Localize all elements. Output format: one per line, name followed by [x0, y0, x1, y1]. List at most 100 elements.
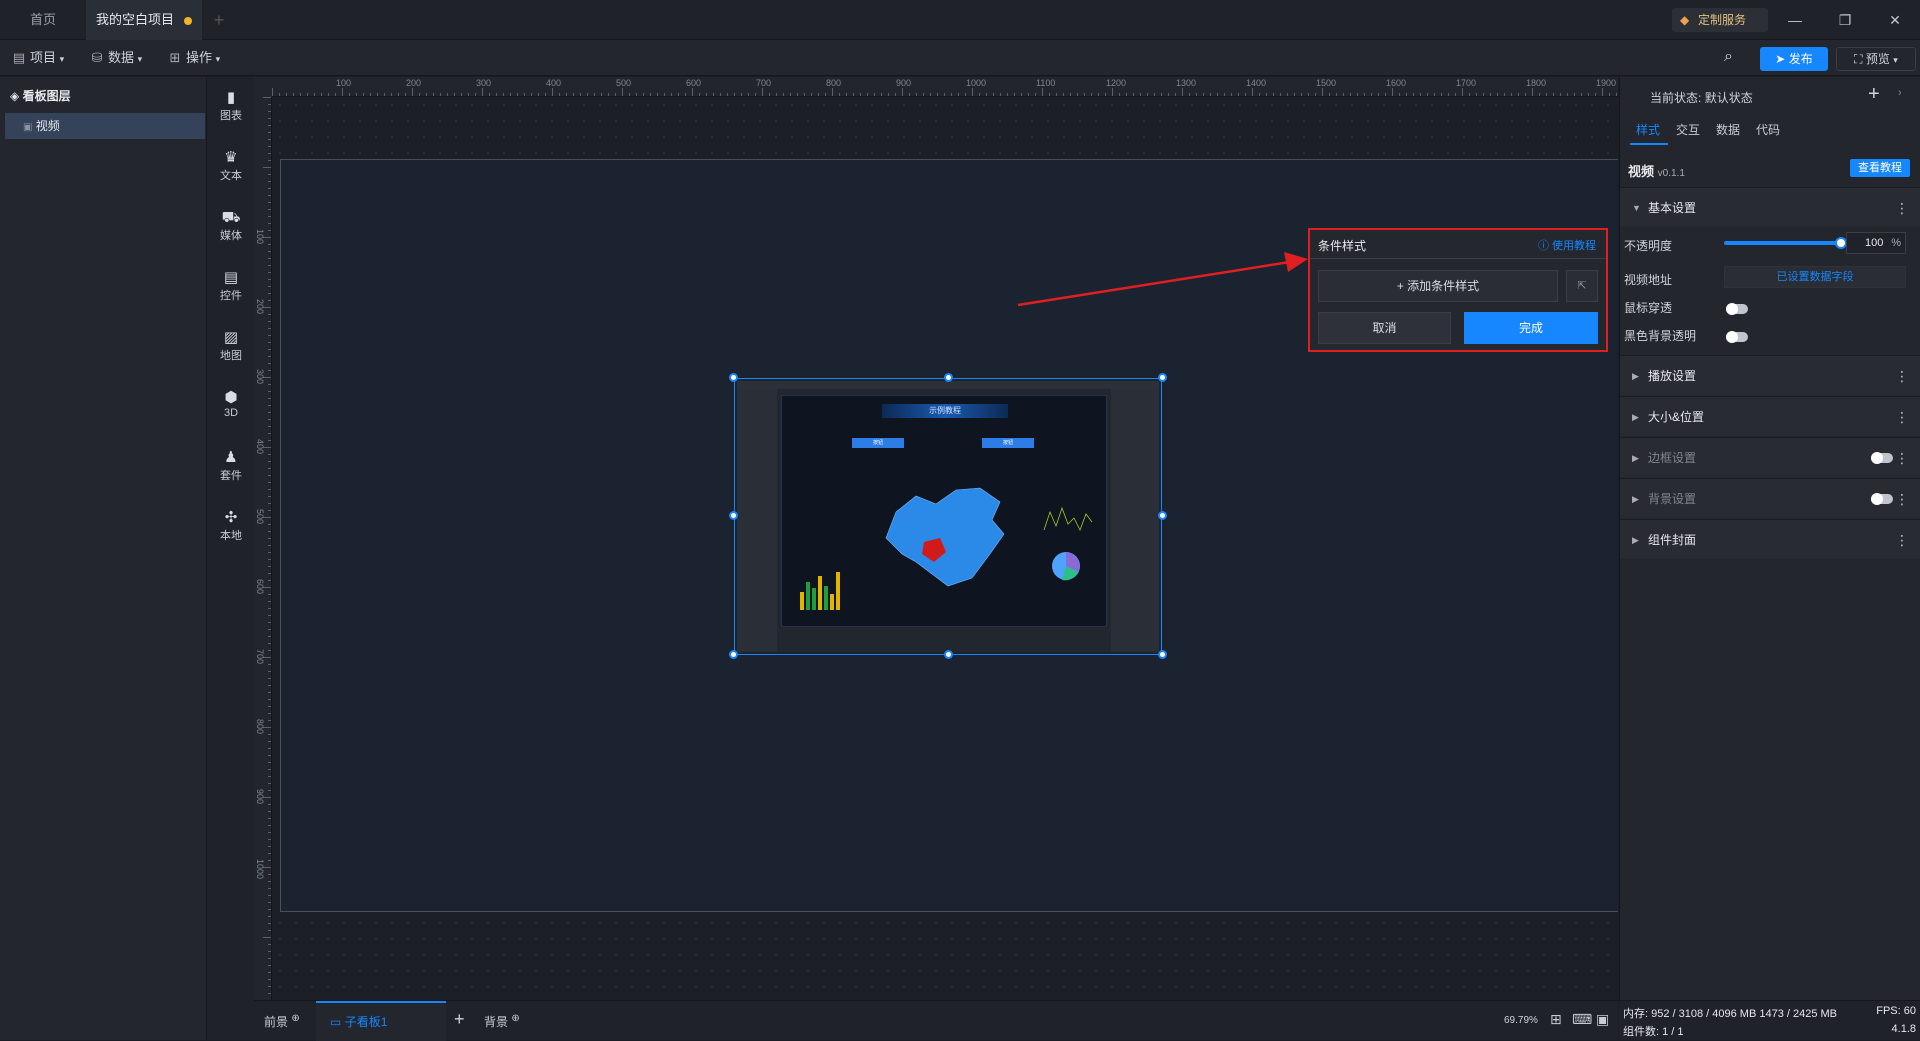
new-tab-button[interactable]: +	[208, 0, 230, 40]
resize-handle-n[interactable]	[944, 373, 953, 382]
palette-kit[interactable]: ♟ 套件	[207, 449, 255, 483]
popup-help-link[interactable]: ⓘ 使用教程	[1538, 237, 1596, 253]
ruler-tick	[1602, 88, 1603, 96]
add-circle-icon[interactable]: ⊕	[291, 1013, 299, 1024]
add-board-icon[interactable]: +	[454, 1009, 465, 1030]
tab-home[interactable]: 首页	[0, 0, 86, 40]
zoom-level[interactable]: 69.79%	[1504, 1015, 1538, 1026]
thumb-bar-chart	[800, 572, 840, 610]
more-icon[interactable]: ⋮	[1895, 188, 1909, 228]
palette-text[interactable]: ♛ 文本	[207, 149, 255, 183]
add-state-icon[interactable]: +	[1868, 83, 1880, 106]
ruler-tick	[839, 93, 840, 96]
section-border[interactable]: ▶ 边框设置 ⋮	[1620, 437, 1920, 477]
ruler-tick	[268, 972, 271, 973]
ruler-tick	[268, 811, 271, 812]
background-tab[interactable]: 背景 ⊕	[484, 1013, 520, 1030]
menu-data[interactable]: ⛁ 数据 ▾	[90, 40, 143, 76]
minimize-icon[interactable]: —	[1780, 8, 1810, 32]
palette-local[interactable]: ✣ 本地	[207, 509, 255, 543]
resize-handle-s[interactable]	[944, 650, 953, 659]
ruler-tick	[629, 93, 630, 96]
ruler-tick	[867, 93, 868, 96]
ruler-label: 300	[476, 78, 492, 88]
search-icon[interactable]: ⌕	[1724, 48, 1733, 66]
resize-handle-w[interactable]	[729, 511, 738, 520]
ruler-tick	[268, 664, 271, 665]
section-size-position[interactable]: ▶ 大小&位置 ⋮	[1620, 396, 1920, 436]
view-tutorial-button[interactable]: 查看教程	[1850, 159, 1910, 177]
ruler-tick	[734, 93, 735, 96]
palette-map[interactable]: ▨ 地图	[207, 329, 255, 363]
resize-handle-sw[interactable]	[729, 650, 738, 659]
tab-style[interactable]: 样式	[1636, 121, 1660, 138]
ruler-tick	[580, 93, 581, 96]
menu-project[interactable]: ▤ 项目 ▾	[12, 40, 64, 76]
resize-handle-e[interactable]	[1158, 511, 1167, 520]
thumb-titlebar	[737, 381, 1159, 389]
ruler-tick	[1525, 93, 1526, 96]
ruler-tick	[727, 93, 728, 96]
background-toggle[interactable]	[1871, 493, 1893, 505]
ruler-tick	[713, 93, 714, 96]
section-cover[interactable]: ▶ 组件封面 ⋮	[1620, 519, 1920, 559]
opacity-slider[interactable]	[1724, 241, 1840, 245]
sub-board-tab[interactable]: ▭ 子看板1	[316, 1001, 446, 1041]
selected-video-component[interactable]: 示例教程 按钮 按钮	[729, 373, 1167, 659]
resize-handle-nw[interactable]	[729, 373, 738, 382]
palette-media[interactable]: ⛟ 媒体	[207, 209, 255, 243]
opacity-input[interactable]: 100%	[1846, 232, 1906, 254]
done-button[interactable]: 完成	[1464, 312, 1598, 344]
tab-data[interactable]: 数据	[1716, 121, 1740, 138]
grid-icon: ⊞	[169, 50, 181, 65]
more-icon[interactable]: ⋮	[1895, 438, 1909, 478]
pin-icon[interactable]: ⇱	[1566, 270, 1598, 302]
layer-item-video[interactable]: ▣ 视频	[5, 113, 205, 139]
close-icon[interactable]: ✕	[1880, 8, 1910, 32]
section-background[interactable]: ▶ 背景设置 ⋮	[1620, 478, 1920, 518]
tab-project[interactable]: 我的空白项目	[86, 0, 202, 40]
terminal-icon[interactable]: ▣	[1596, 1011, 1609, 1028]
ruler-tick	[268, 125, 271, 126]
restore-icon[interactable]: ❐	[1830, 8, 1860, 32]
add-condition-style-button[interactable]: + 添加条件样式	[1318, 270, 1558, 302]
more-icon[interactable]: ⋮	[1895, 479, 1909, 519]
preview-button[interactable]: ⛶ 预览 ▾	[1836, 47, 1916, 71]
mouse-through-toggle[interactable]	[1726, 303, 1748, 315]
ruler-tick	[1322, 88, 1323, 96]
tab-interaction[interactable]: 交互	[1676, 121, 1700, 138]
ruler-tick	[1182, 88, 1183, 96]
ruler-label: 1600	[1386, 78, 1407, 88]
publish-button[interactable]: ➤ 发布	[1760, 47, 1828, 71]
ruler-tick	[268, 720, 271, 721]
chevron-down-icon: ▾	[137, 54, 143, 64]
ruler-tick	[1609, 93, 1610, 96]
publish-label: 发布	[1788, 52, 1813, 66]
resize-handle-ne[interactable]	[1158, 373, 1167, 382]
more-icon[interactable]: ⋮	[1895, 356, 1909, 396]
menu-operate[interactable]: ⊞ 操作 ▾	[168, 40, 221, 76]
foreground-tab[interactable]: 前景 ⊕	[264, 1013, 300, 1030]
chevron-right-icon[interactable]: ›	[1898, 87, 1902, 99]
palette-widget[interactable]: ▤ 控件	[207, 269, 255, 303]
more-icon[interactable]: ⋮	[1895, 520, 1909, 560]
keyboard-icon[interactable]: ⌨	[1572, 1011, 1592, 1028]
palette-chart[interactable]: ▮ 图表	[207, 89, 255, 123]
black-bg-toggle[interactable]	[1726, 331, 1748, 343]
ruler-tick	[972, 88, 973, 96]
tab-code[interactable]: 代码	[1756, 121, 1780, 138]
fit-screen-icon[interactable]: ⊞	[1550, 1011, 1562, 1028]
section-basic[interactable]: ▼ 基本设置 ⋮	[1620, 187, 1920, 227]
section-playback[interactable]: ▶ 播放设置 ⋮	[1620, 355, 1920, 395]
video-url-field[interactable]: 已设置数据字段	[1724, 266, 1906, 288]
ruler-tick	[1588, 93, 1589, 96]
ruler-tick	[268, 671, 271, 672]
more-icon[interactable]: ⋮	[1895, 397, 1909, 437]
custom-service-button[interactable]: ◆ 定制服务	[1672, 8, 1768, 32]
ruler-tick	[1427, 93, 1428, 96]
palette-3d[interactable]: ⬢ 3D	[207, 389, 255, 419]
cancel-button[interactable]: 取消	[1318, 312, 1451, 344]
border-toggle[interactable]	[1871, 452, 1893, 464]
resize-handle-se[interactable]	[1158, 650, 1167, 659]
add-circle-icon[interactable]: ⊕	[511, 1013, 519, 1024]
